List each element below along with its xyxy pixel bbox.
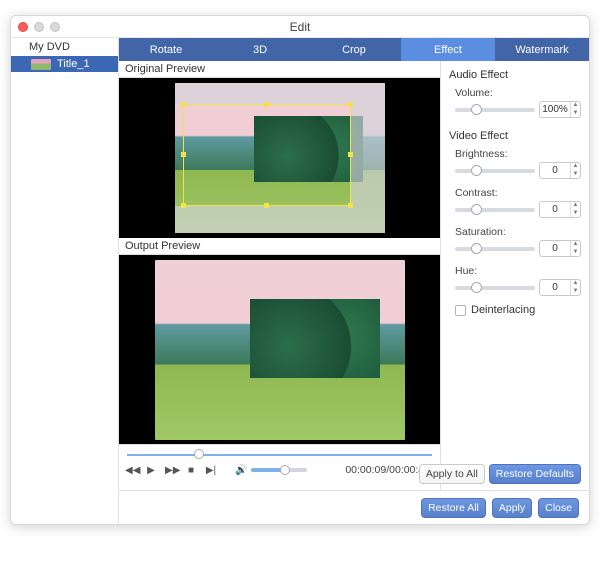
brightness-slider[interactable]	[455, 169, 535, 173]
spinner-up-icon[interactable]: ▲	[571, 241, 580, 249]
title-thumbnail-icon	[31, 59, 51, 70]
saturation-spinner[interactable]: 0▲▼	[539, 240, 581, 257]
hue-label: Hue:	[449, 265, 581, 277]
original-preview-frame	[119, 78, 440, 238]
original-preview-label: Original Preview	[119, 61, 440, 78]
saturation-slider[interactable]	[455, 247, 535, 251]
titlebar: Edit	[11, 16, 589, 38]
crop-handle[interactable]	[264, 203, 269, 208]
contrast-slider[interactable]	[455, 208, 535, 212]
footer-buttons: Restore All Apply Close	[119, 490, 589, 524]
spinner-down-icon[interactable]: ▼	[571, 110, 580, 118]
volume-slider[interactable]	[455, 108, 535, 112]
crop-handle[interactable]	[264, 102, 269, 107]
spinner-down-icon[interactable]: ▼	[571, 249, 580, 257]
hue-slider[interactable]	[455, 286, 535, 290]
tab-effect[interactable]: Effect	[401, 38, 495, 61]
crop-handle[interactable]	[181, 203, 186, 208]
window-title: Edit	[11, 20, 589, 34]
apply-button[interactable]: Apply	[492, 498, 532, 518]
brightness-label: Brightness:	[449, 148, 581, 160]
close-button[interactable]: Close	[538, 498, 579, 518]
hue-value: 0	[540, 282, 570, 293]
spinner-up-icon[interactable]: ▲	[571, 202, 580, 210]
volume-label: Volume:	[449, 87, 581, 99]
seek-thumb[interactable]	[194, 449, 204, 459]
contrast-label: Contrast:	[449, 187, 581, 199]
tab-crop[interactable]: Crop	[307, 38, 401, 61]
original-preview-video[interactable]	[175, 83, 385, 233]
output-preview-video	[155, 260, 405, 440]
crop-handle[interactable]	[348, 152, 353, 157]
apply-to-all-button[interactable]: Apply to All	[419, 464, 485, 484]
crop-handle[interactable]	[348, 203, 353, 208]
video-effect-section: Video Effect	[449, 130, 581, 142]
deinterlacing-label: Deinterlacing	[471, 304, 535, 316]
saturation-label: Saturation:	[449, 226, 581, 238]
contrast-spinner[interactable]: 0▲▼	[539, 201, 581, 218]
output-preview-frame	[119, 255, 440, 444]
tabs: Rotate 3D Crop Effect Watermark	[119, 38, 589, 61]
brightness-spinner[interactable]: 0▲▼	[539, 162, 581, 179]
prev-frame-icon[interactable]: ◀◀	[125, 465, 137, 476]
saturation-thumb[interactable]	[471, 243, 482, 254]
saturation-value: 0	[540, 243, 570, 254]
brightness-thumb[interactable]	[471, 165, 482, 176]
crop-selection[interactable]	[183, 104, 351, 206]
spinner-down-icon[interactable]: ▼	[571, 171, 580, 179]
restore-defaults-button[interactable]: Restore Defaults	[489, 464, 581, 484]
volume-playback-thumb[interactable]	[280, 465, 290, 475]
volume-value: 100%	[540, 104, 570, 115]
edit-window: Edit My DVD Title_1 Rotate 3D Crop Effec…	[10, 15, 590, 525]
tab-rotate[interactable]: Rotate	[119, 38, 213, 61]
seek-slider[interactable]	[127, 450, 432, 460]
crop-handle[interactable]	[348, 102, 353, 107]
sidebar: My DVD Title_1	[11, 38, 119, 524]
audio-effect-section: Audio Effect	[449, 69, 581, 81]
tab-3d[interactable]: 3D	[213, 38, 307, 61]
end-icon[interactable]: ▶|	[205, 465, 217, 476]
contrast-value: 0	[540, 204, 570, 215]
volume-icon[interactable]: 🔊	[235, 465, 247, 476]
sidebar-item-title1[interactable]: Title_1	[11, 56, 118, 72]
spinner-down-icon[interactable]: ▼	[571, 210, 580, 218]
crop-handle[interactable]	[181, 152, 186, 157]
volume-playback-slider[interactable]	[251, 468, 307, 472]
time-display: 00:00:09/00:00:41	[345, 464, 430, 476]
checkbox-icon[interactable]	[455, 305, 466, 316]
contrast-thumb[interactable]	[471, 204, 482, 215]
brightness-value: 0	[540, 165, 570, 176]
stop-icon[interactable]: ■	[185, 465, 197, 476]
spinner-up-icon[interactable]: ▲	[571, 163, 580, 171]
preview-area: Original Preview	[119, 61, 441, 490]
sidebar-item-label: Title_1	[57, 58, 90, 70]
spinner-up-icon[interactable]: ▲	[571, 102, 580, 110]
spinner-up-icon[interactable]: ▲	[571, 280, 580, 288]
playback-controls: ◀◀ ▶ ▶▶ ■ ▶| 🔊 00:00:09/00:00:	[119, 444, 440, 490]
volume-spinner[interactable]: 100%▲▼	[539, 101, 581, 118]
restore-all-button[interactable]: Restore All	[421, 498, 486, 518]
effect-panel: Audio Effect Volume: 100%▲▼ Video Effect…	[441, 61, 589, 490]
hue-thumb[interactable]	[471, 282, 482, 293]
spinner-down-icon[interactable]: ▼	[571, 288, 580, 296]
hue-spinner[interactable]: 0▲▼	[539, 279, 581, 296]
crop-handle[interactable]	[181, 102, 186, 107]
next-frame-icon[interactable]: ▶▶	[165, 465, 177, 476]
output-preview-label: Output Preview	[119, 238, 440, 255]
tab-watermark[interactable]: Watermark	[495, 38, 589, 61]
volume-thumb[interactable]	[471, 104, 482, 115]
sidebar-root[interactable]: My DVD	[11, 38, 118, 56]
deinterlacing-checkbox[interactable]: Deinterlacing	[449, 304, 581, 316]
play-icon[interactable]: ▶	[145, 465, 157, 476]
